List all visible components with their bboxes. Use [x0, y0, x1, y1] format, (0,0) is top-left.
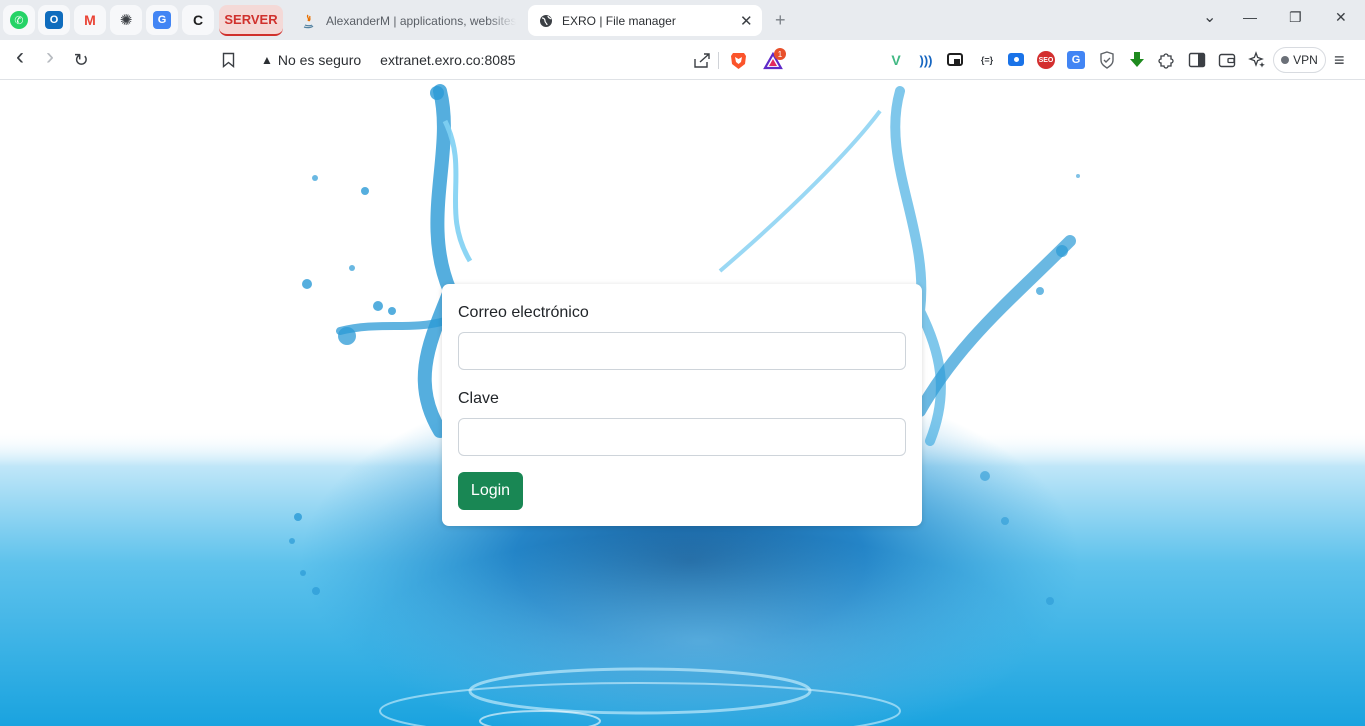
- share-icon[interactable]: [693, 52, 711, 69]
- email-field[interactable]: [458, 332, 906, 370]
- back-button[interactable]: ‹: [9, 43, 31, 70]
- browser-toolbar: ‹ › ↻ ▲ No es seguro extranet.exro.co:80…: [0, 40, 1365, 80]
- pip-icon[interactable]: [947, 53, 963, 66]
- java-icon: [303, 14, 314, 28]
- vue-devtools-icon[interactable]: V: [887, 51, 905, 69]
- globe-icon: [540, 14, 552, 27]
- pinned-tab-chatgpt[interactable]: ✺: [110, 5, 142, 35]
- tab-title: EXRO | File manager: [562, 13, 676, 28]
- url-text[interactable]: extranet.exro.co:8085: [380, 52, 515, 68]
- tab-search-chevron-icon[interactable]: ⌄: [1203, 7, 1216, 27]
- download-arrow-icon[interactable]: [1128, 51, 1146, 69]
- tab-server-label: SERVER: [224, 12, 278, 27]
- minimize-icon[interactable]: —: [1243, 9, 1257, 25]
- login-button[interactable]: Login: [458, 472, 523, 510]
- new-tab-icon[interactable]: +: [775, 10, 786, 31]
- close-tab-icon[interactable]: ✕: [740, 12, 753, 30]
- google-translate-ext-icon[interactable]: G: [1067, 51, 1085, 69]
- screen-capture-icon[interactable]: [1008, 53, 1024, 66]
- tab-alexanderm[interactable]: AlexanderM | applications, websites: [291, 5, 519, 36]
- vpn-button[interactable]: VPN: [1273, 47, 1326, 73]
- pinned-tab-gmail[interactable]: M: [74, 5, 106, 35]
- wallet-icon[interactable]: [1218, 51, 1236, 69]
- google-translate-icon: G: [153, 11, 171, 29]
- vpn-status-icon: [1281, 56, 1290, 64]
- puzzle-extensions-icon[interactable]: [1158, 51, 1176, 69]
- reload-button[interactable]: ↻: [70, 49, 92, 71]
- bookmark-icon[interactable]: [222, 52, 235, 68]
- forward-button[interactable]: ›: [39, 43, 61, 70]
- tab-exro-file-manager[interactable]: EXRO | File manager ✕: [528, 5, 762, 36]
- seo-icon[interactable]: SEO: [1037, 51, 1055, 69]
- gmail-icon: M: [84, 12, 96, 28]
- toolbar-divider: [718, 52, 719, 69]
- privacy-shield-icon[interactable]: [1098, 51, 1116, 69]
- warning-icon[interactable]: ▲: [261, 53, 273, 67]
- whatsapp-icon: ✆: [10, 11, 28, 29]
- json-viewer-icon[interactable]: {=}: [976, 51, 998, 69]
- close-window-icon[interactable]: ✕: [1335, 9, 1347, 26]
- password-label: Clave: [458, 390, 499, 407]
- pinned-tab-google-translate[interactable]: G: [146, 5, 178, 35]
- restore-icon[interactable]: ❐: [1289, 9, 1302, 26]
- tab-server[interactable]: SERVER: [219, 5, 283, 36]
- password-field[interactable]: [458, 418, 906, 456]
- sidebar-icon[interactable]: [1188, 51, 1206, 69]
- chatgpt-icon: ✺: [119, 12, 133, 29]
- main-menu-icon[interactable]: ≡: [1334, 50, 1345, 71]
- security-status[interactable]: No es seguro: [278, 52, 361, 68]
- page-content: Correo electrónico Clave Login: [0, 81, 1365, 726]
- c-app-icon: C: [192, 12, 204, 28]
- login-card: Correo electrónico Clave Login: [442, 284, 922, 526]
- tab-title: AlexanderM | applications, websites: [326, 13, 516, 28]
- leo-ai-icon[interactable]: [1248, 51, 1266, 69]
- wave-icon[interactable]: ))): [917, 51, 935, 69]
- outlook-icon: O: [45, 11, 63, 29]
- brave-shields-icon[interactable]: [730, 51, 747, 70]
- vpn-label: VPN: [1293, 53, 1318, 67]
- rewards-badge: 1: [774, 48, 786, 60]
- tab-strip: ✆ O M ✺ G C SERVER AlexanderM | applicat…: [0, 0, 1365, 40]
- email-label: Correo electrónico: [458, 304, 589, 321]
- pinned-tab-c-app[interactable]: C: [182, 5, 214, 35]
- pinned-tab-outlook[interactable]: O: [38, 5, 70, 35]
- pinned-tab-whatsapp[interactable]: ✆: [3, 5, 35, 35]
